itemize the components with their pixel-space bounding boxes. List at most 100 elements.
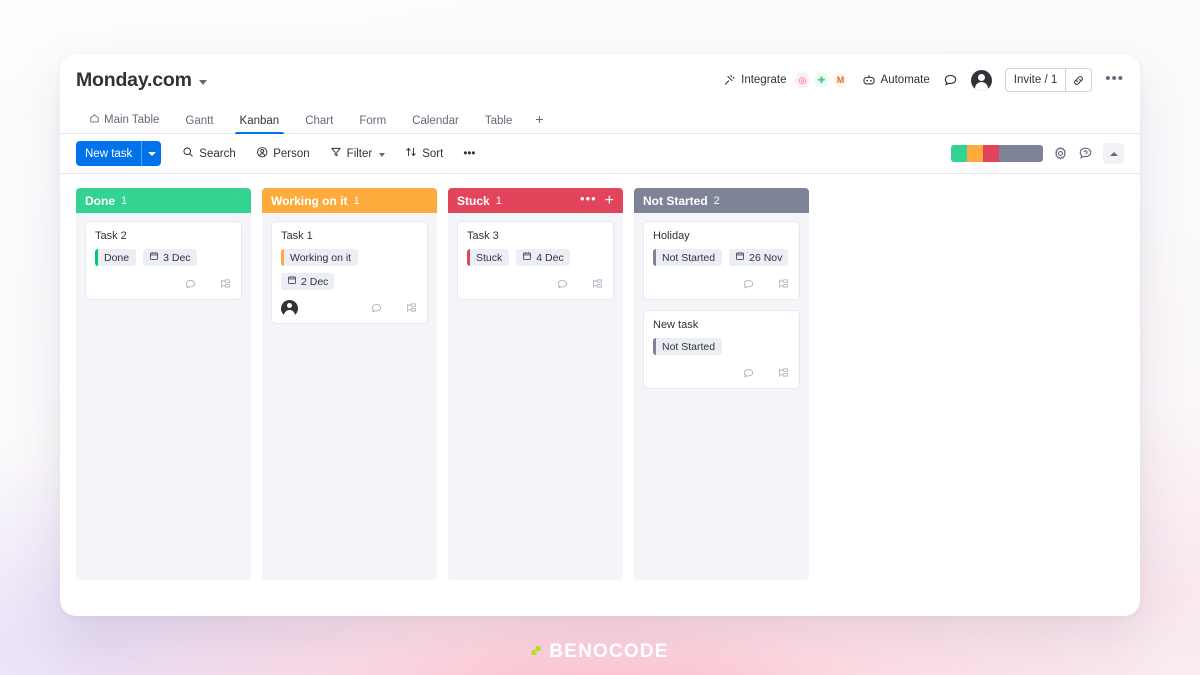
status-badge[interactable]: Not Started [653, 338, 723, 355]
status-color-bar [467, 249, 470, 266]
automate-button[interactable]: Automate [862, 73, 930, 87]
status-color-legend[interactable] [951, 145, 1043, 162]
page-title: Monday.com [76, 68, 192, 91]
sort-button[interactable]: Sort [398, 142, 450, 165]
date-label: 26 Nov [749, 251, 783, 264]
tab-gantt[interactable]: Gantt [172, 115, 226, 133]
toolbar-right-group [951, 143, 1124, 164]
status-badge[interactable]: Working on it [281, 249, 359, 266]
status-badge[interactable]: Stuck [467, 249, 510, 266]
tab-label: Kanban [239, 115, 280, 127]
chat-icon[interactable] [943, 73, 958, 88]
status-color-bar [95, 249, 98, 266]
person-filter-button[interactable]: Person [249, 142, 317, 166]
sort-label: Sort [422, 147, 444, 160]
invite-group: Invite / 1 [1004, 68, 1093, 92]
kanban-card[interactable]: Task 2 Done 3 Dec [85, 221, 242, 300]
card-title: Task 1 [281, 230, 313, 242]
kanban-card[interactable]: Holiday Not Started 26 Nov [643, 221, 800, 300]
gear-icon[interactable] [1053, 146, 1068, 161]
collapse-toolbar-button[interactable] [1103, 143, 1124, 164]
toolbar-more-button[interactable]: ••• [456, 144, 482, 164]
tab-calendar[interactable]: Calendar [399, 115, 472, 133]
date-badge[interactable]: 3 Dec [143, 249, 197, 266]
kanban-card[interactable]: Task 1 Working on it 2 Dec [271, 221, 428, 324]
card-footer [467, 274, 604, 294]
search-button[interactable]: Search [175, 142, 242, 165]
comment-icon[interactable] [556, 278, 569, 291]
status-label: Not Started [662, 340, 716, 353]
brand-name: BENOCODE [549, 641, 669, 662]
chevron-down-icon [379, 152, 386, 157]
avatar[interactable] [281, 299, 298, 317]
comment-icon[interactable] [742, 278, 755, 291]
date-badge[interactable]: 26 Nov [729, 249, 789, 266]
card-footer-icons [742, 367, 790, 380]
column-body: Holiday Not Started 26 Nov New task Not Star… [634, 213, 809, 580]
kanban-column: Stuck 1 ••• + Task 3 Stuck 4 Dec [448, 188, 623, 580]
subitems-icon[interactable] [777, 278, 790, 291]
comment-icon[interactable] [742, 367, 755, 380]
gmail-icon[interactable]: M [832, 72, 849, 88]
copy-link-icon[interactable] [1065, 69, 1091, 91]
card-footer-icons [556, 278, 604, 291]
subitems-icon[interactable] [591, 278, 604, 291]
card-title: Task 3 [467, 230, 499, 242]
date-badge[interactable]: 4 Dec [516, 249, 570, 266]
help-chat-icon[interactable] [1078, 146, 1093, 161]
column-title: Working on it [271, 193, 348, 208]
benocode-logo-icon [531, 642, 544, 662]
date-badge[interactable]: 2 Dec [281, 273, 335, 290]
column-more-button[interactable]: ••• [580, 192, 597, 209]
column-count: 1 [495, 194, 502, 207]
calendar-icon [522, 251, 532, 264]
add-view-button[interactable]: + [525, 111, 553, 133]
kanban-card[interactable]: New task Not Started [643, 310, 800, 389]
integrate-button[interactable]: Integrate ◎ ✚ M [723, 72, 849, 88]
date-label: 4 Dec [536, 251, 564, 264]
tab-label: Table [484, 115, 513, 127]
slack-icon[interactable]: ✚ [813, 72, 830, 88]
column-body: Task 1 Working on it 2 Dec [262, 213, 437, 580]
status-badge[interactable]: Not Started [653, 249, 723, 266]
integration-app-icons: ◎ ✚ M [794, 72, 849, 88]
card-badges: Not Started 26 Nov [653, 249, 790, 266]
more-options-button[interactable]: ••• [1105, 71, 1124, 90]
tab-chart[interactable]: Chart [292, 115, 346, 133]
column-header[interactable]: Not Started 2 [634, 188, 809, 213]
comment-icon[interactable] [184, 278, 197, 291]
filter-icon [330, 146, 342, 161]
tab-label: Gantt [185, 115, 214, 127]
tab-main-table[interactable]: Main Table [76, 113, 172, 133]
column-header[interactable]: Stuck 1 ••• + [448, 188, 623, 213]
kanban-column: Not Started 2 Holiday Not Started 26 Nov New … [634, 188, 809, 580]
tab-kanban[interactable]: Kanban [227, 115, 293, 134]
top-bar-actions: Integrate ◎ ✚ M Automate Invite / 1 ••• [723, 68, 1124, 92]
filter-button[interactable]: Filter [323, 142, 393, 165]
action-toolbar: New task Search Person Filter Sort ••• [60, 134, 1140, 174]
status-badge[interactable]: Done [95, 249, 137, 266]
kanban-card[interactable]: Task 3 Stuck 4 Dec [457, 221, 614, 300]
column-add-item-button[interactable]: + [605, 192, 614, 209]
tab-table[interactable]: Table [472, 115, 526, 133]
user-avatar[interactable] [970, 69, 992, 91]
new-task-button[interactable]: New task [76, 141, 162, 166]
invite-button[interactable]: Invite / 1 [1006, 69, 1065, 91]
dribbble-icon[interactable]: ◎ [794, 72, 811, 88]
sort-icon [405, 146, 417, 161]
comment-icon[interactable] [370, 302, 383, 315]
column-header[interactable]: Working on it 1 [262, 188, 437, 213]
subitems-icon[interactable] [219, 278, 232, 291]
tab-form[interactable]: Form [346, 115, 399, 133]
column-count: 1 [121, 194, 128, 207]
card-footer-icons [742, 278, 790, 291]
chevron-down-icon[interactable] [198, 79, 207, 85]
search-label: Search [199, 147, 236, 160]
subitems-icon[interactable] [405, 302, 418, 315]
board-title-group[interactable]: Monday.com [76, 69, 207, 92]
new-task-label: New task [85, 147, 133, 160]
subitems-icon[interactable] [777, 367, 790, 380]
new-task-dropdown-icon[interactable] [141, 141, 161, 166]
column-header[interactable]: Done 1 [76, 188, 251, 213]
app-window: Monday.com Integrate ◎ ✚ M Automate Invi… [60, 54, 1140, 616]
